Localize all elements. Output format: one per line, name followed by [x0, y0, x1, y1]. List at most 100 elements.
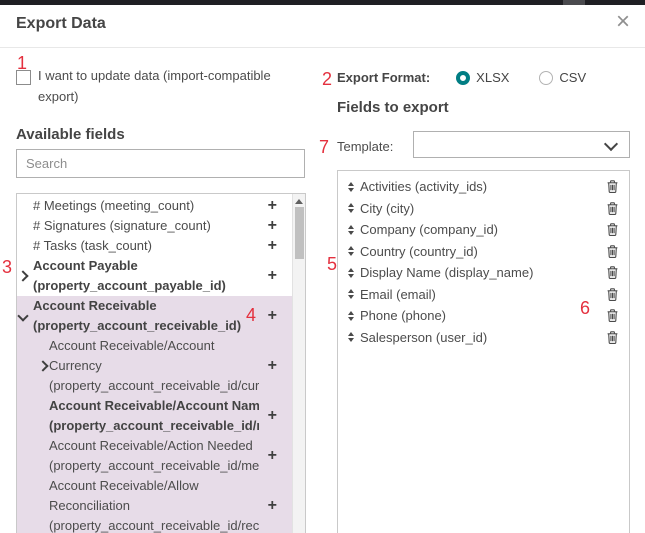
available-field-row[interactable]: Account Receivable/Action Needed(propert… [17, 436, 305, 476]
trash-icon[interactable] [607, 331, 618, 344]
sort-up-triangle [348, 182, 354, 186]
export-field-label: Phone (phone) [360, 308, 607, 323]
available-field-row[interactable]: Account Receivable/Account Name(property… [17, 396, 305, 436]
export-field-label: Display Name (display_name) [360, 265, 607, 280]
export-field-label: Email (email) [360, 287, 607, 302]
radio-option-csv[interactable]: CSV [539, 70, 586, 85]
scrollbar[interactable] [292, 194, 305, 533]
expand-caret-icon[interactable] [37, 360, 48, 371]
export-field-row[interactable]: Activities (activity_ids) [338, 176, 629, 198]
export-format-label: Export Format: [337, 70, 430, 85]
available-field-row[interactable]: Account Payable(property_account_payable… [17, 256, 305, 296]
available-field-row[interactable]: # Signatures (signature_count)+ [17, 216, 305, 236]
add-field-icon[interactable]: + [268, 448, 277, 464]
field-label-line: Reconciliation [49, 496, 259, 516]
radio-icon[interactable] [456, 71, 470, 85]
sort-down-triangle [348, 317, 354, 321]
sort-down-triangle [348, 295, 354, 299]
trash-icon[interactable] [607, 180, 618, 193]
search-input[interactable] [16, 149, 305, 178]
field-label-line: (property_account_receivable_id/curr [49, 376, 259, 396]
sort-handle-icon[interactable] [348, 332, 354, 342]
add-field-icon[interactable]: + [268, 198, 277, 214]
header-divider [0, 47, 645, 48]
export-field-label: Salesperson (user_id) [360, 330, 607, 345]
sort-handle-icon[interactable] [348, 182, 354, 192]
add-field-icon[interactable]: + [268, 218, 277, 234]
available-field-row[interactable]: # Meetings (meeting_count) + [17, 196, 305, 216]
trash-icon[interactable] [607, 266, 618, 279]
export-field-row[interactable]: Salesperson (user_id) [338, 327, 629, 349]
trash-icon[interactable] [607, 202, 618, 215]
sort-handle-icon[interactable] [348, 268, 354, 278]
sort-down-triangle [348, 274, 354, 278]
field-label-line: Account Payable [33, 256, 259, 276]
expand-caret-icon[interactable] [17, 270, 28, 281]
field-label-line: Account Receivable/Account Name [49, 396, 259, 416]
update-data-label: I want to update data (import-compatible… [38, 65, 283, 107]
update-data-option[interactable]: I want to update data (import-compatible… [16, 65, 288, 107]
radio-icon[interactable] [539, 71, 553, 85]
add-field-icon[interactable]: + [268, 238, 277, 254]
chevron-down-icon [604, 137, 618, 151]
sort-handle-icon[interactable] [348, 225, 354, 235]
scrollbar-thumb[interactable] [295, 207, 304, 259]
available-fields-rows: # Meetings (meeting_count)+# Signatures … [17, 194, 305, 533]
export-field-label: City (city) [360, 201, 607, 216]
export-field-row[interactable]: City (city) [338, 198, 629, 220]
annotation-6: 6 [580, 299, 590, 317]
trash-icon[interactable] [607, 288, 618, 301]
available-field-row[interactable]: Account Receivable/AccountCurrency(prope… [17, 336, 305, 396]
sort-up-triangle [348, 332, 354, 336]
field-label-line: (property_account_receivable_id/nai [49, 416, 259, 436]
sort-handle-icon[interactable] [348, 311, 354, 321]
field-label-line: (property_account_receivable_id) [33, 316, 259, 336]
add-field-icon[interactable]: + [268, 408, 277, 424]
sort-up-triangle [348, 289, 354, 293]
export-field-label: Company (company_id) [360, 222, 607, 237]
sort-handle-icon[interactable] [348, 289, 354, 299]
add-field-icon[interactable]: + [268, 358, 277, 374]
field-label-line: # Meetings (meeting_count) [33, 196, 259, 216]
add-field-icon[interactable]: + [268, 308, 277, 324]
template-label: Template: [337, 139, 393, 154]
close-icon[interactable]: × [616, 10, 630, 34]
trash-icon[interactable] [607, 309, 618, 322]
annotation-2: 2 [322, 70, 332, 88]
sort-down-triangle [348, 338, 354, 342]
fields-to-export-list: Activities (activity_ids) City (city) Comp… [337, 170, 630, 533]
field-label-line: Currency [49, 356, 259, 376]
sort-handle-icon[interactable] [348, 203, 354, 213]
available-fields-list: # Meetings (meeting_count)+# Signatures … [16, 193, 306, 533]
field-label-line: Account Receivable/Action Needed [49, 436, 259, 456]
available-field-row[interactable]: Account Receivable(property_account_rece… [17, 296, 305, 336]
trash-icon[interactable] [607, 223, 618, 236]
trash-icon[interactable] [607, 245, 618, 258]
sort-down-triangle [348, 252, 354, 256]
export-field-row[interactable]: Display Name (display_name) [338, 262, 629, 284]
field-label-line: (property_account_receivable_id/me [49, 456, 259, 476]
available-fields-heading: Available fields [16, 126, 125, 143]
template-select[interactable] [413, 131, 630, 158]
fields-to-export-heading: Fields to export [337, 99, 449, 116]
radio-label: CSV [559, 70, 586, 85]
annotation-5: 5 [327, 255, 337, 273]
available-field-row[interactable]: Account Receivable/AllowReconciliation(p… [17, 476, 305, 533]
sort-handle-icon[interactable] [348, 246, 354, 256]
annotation-4: 4 [246, 306, 256, 324]
collapse-caret-icon[interactable] [17, 310, 28, 321]
background-app-strip [0, 0, 645, 5]
add-field-icon[interactable]: + [268, 268, 277, 284]
available-field-row[interactable]: # Tasks (task_count)+ [17, 236, 305, 256]
radio-option-xlsx[interactable]: XLSX [456, 70, 509, 85]
export-field-row[interactable]: Country (country_id) [338, 241, 629, 263]
sort-up-triangle [348, 311, 354, 315]
export-field-row[interactable]: Company (company_id) [338, 219, 629, 241]
field-label-line: (property_account_receivable_id/rec [49, 516, 259, 533]
export-format-group: Export Format: XLSX CSV [337, 70, 616, 85]
scrollbar-up-arrow-icon[interactable] [295, 199, 303, 204]
field-label-line: (property_account_payable_id) [33, 276, 259, 296]
add-field-icon[interactable]: + [268, 498, 277, 514]
annotation-3: 3 [2, 258, 12, 276]
sort-up-triangle [348, 268, 354, 272]
